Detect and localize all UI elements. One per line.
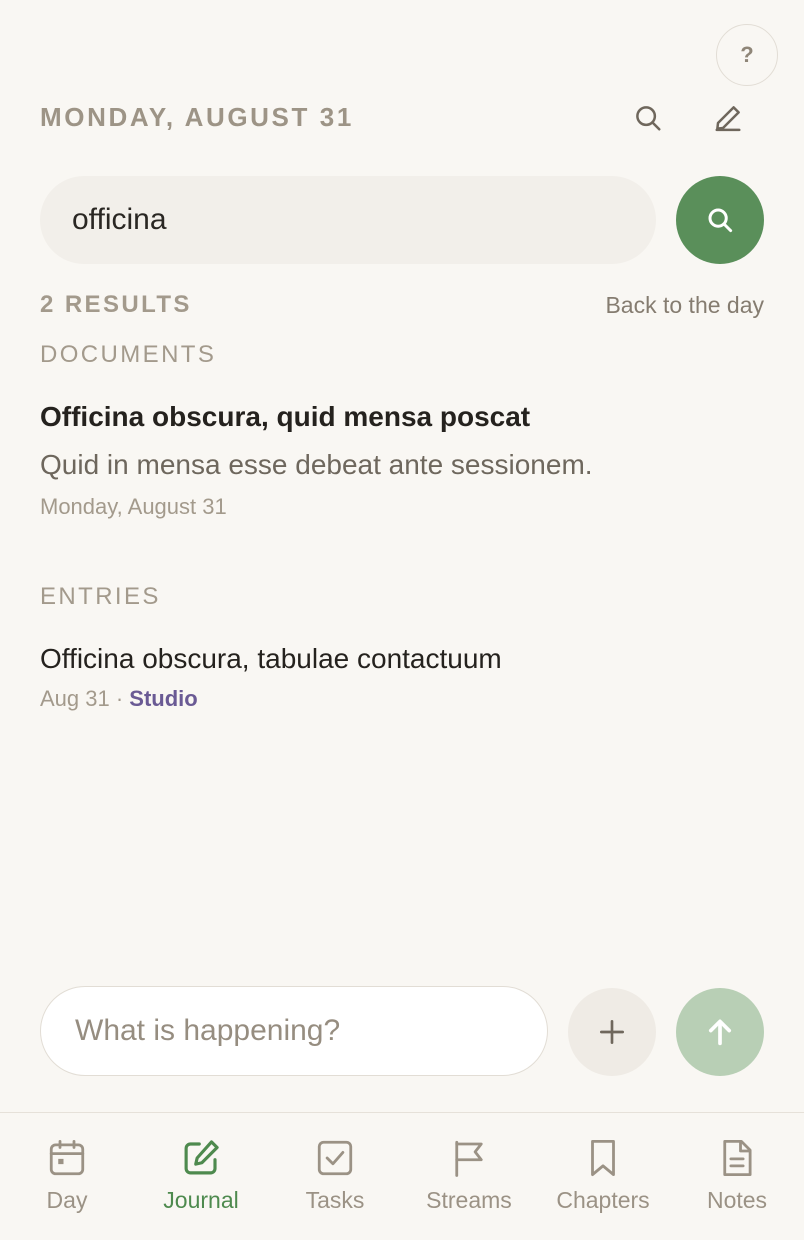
tab-day-label: Day (46, 1187, 88, 1213)
edit-button[interactable] (706, 96, 750, 140)
tab-notes[interactable]: Notes (670, 1113, 804, 1239)
search-submit-button[interactable] (676, 176, 764, 264)
tab-notes-label: Notes (706, 1187, 768, 1213)
tab-chapters-label: Chapters (556, 1187, 650, 1213)
entries-section-label: ENTRIES (40, 583, 161, 610)
entry-meta: Aug 31 · Studio (40, 686, 198, 712)
search-icon (636, 106, 661, 131)
documents-section-label: DOCUMENTS (40, 341, 217, 368)
bottom-tab-bar: Day Journal Tasks Streams Chapters Notes (0, 1112, 804, 1240)
search-icon (708, 208, 733, 233)
calendar-icon (49, 1139, 85, 1176)
document-snippet: Quid in mensa esse debeat ante sessionem… (40, 449, 593, 480)
tab-streams-label: Streams (426, 1187, 512, 1213)
results-count: 2 RESULTS (40, 291, 192, 318)
back-to-day-link[interactable]: Back to the day (605, 292, 764, 319)
help-label: ? (740, 42, 754, 67)
tab-journal[interactable]: Journal (134, 1113, 268, 1239)
tab-chapters[interactable]: Chapters (536, 1113, 670, 1239)
bookmark-icon (591, 1139, 615, 1177)
composer-input[interactable] (40, 986, 548, 1076)
tab-tasks[interactable]: Tasks (268, 1113, 402, 1239)
arrow-up-icon (708, 1019, 732, 1046)
tab-tasks-label: Tasks (305, 1187, 365, 1213)
pencil-icon (715, 106, 741, 132)
search-toggle-button[interactable] (626, 96, 670, 140)
document-title: Officina obscura, quid mensa poscat (40, 401, 531, 432)
send-button[interactable] (676, 988, 764, 1076)
tab-day[interactable]: Day (0, 1113, 134, 1239)
plus-icon (600, 1020, 624, 1044)
flag-icon (455, 1140, 483, 1177)
add-button[interactable] (568, 988, 656, 1076)
help-button[interactable]: ? (716, 24, 778, 86)
tab-streams[interactable]: Streams (402, 1113, 536, 1239)
page-title: MONDAY, AUGUST 31 (40, 102, 354, 132)
document-icon (723, 1139, 752, 1177)
entry-separator: · (109, 686, 130, 711)
search-input[interactable] (40, 176, 656, 264)
edit-square-icon (184, 1140, 219, 1175)
entry-title: Officina obscura, tabulae contactuum (40, 643, 502, 674)
entry-stream-link[interactable]: Studio (129, 686, 197, 711)
entry-date: Aug 31 (40, 686, 110, 711)
document-date: Monday, August 31 (40, 494, 227, 519)
tab-journal-label: Journal (163, 1187, 239, 1213)
checkbox-icon (317, 1140, 353, 1176)
